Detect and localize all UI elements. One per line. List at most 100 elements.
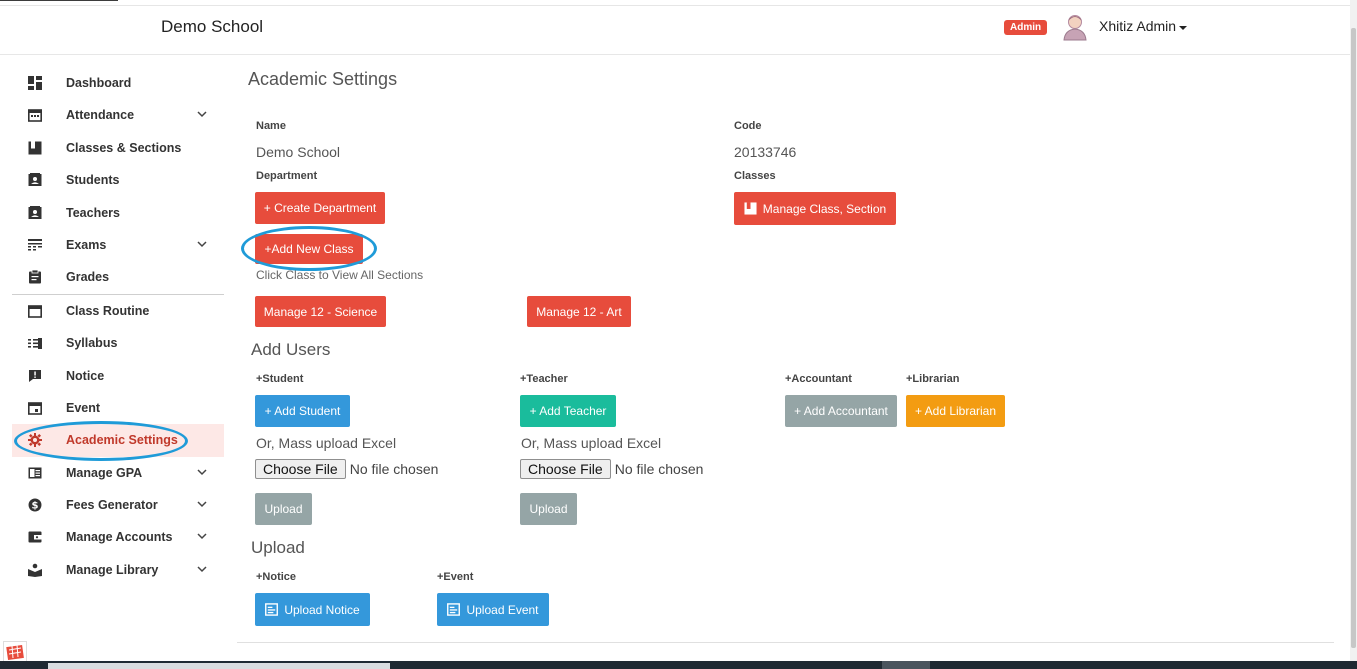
student-file-input[interactable]: Choose File No file chosen [255,459,438,479]
user-avatar-icon[interactable] [1062,13,1088,41]
caret-down-icon[interactable] [1179,26,1187,30]
manage-class-section-button[interactable]: Manage Class, Section [734,192,896,225]
sidebar-item-exams[interactable]: Exams [12,229,224,261]
upload-notice-label: Upload Notice [284,602,360,617]
manage-class-art-button[interactable]: Manage 12 - Art [527,296,631,327]
os-taskbar [0,661,1357,669]
user-menu-name[interactable]: Xhitiz Admin [1099,18,1176,34]
calendar-icon [28,109,42,123]
chevron-down-icon[interactable] [197,531,207,541]
list-numbered-icon [28,338,42,350]
upload-notice-button[interactable]: Upload Notice [255,593,370,626]
dollar-icon: $ [28,498,42,512]
sidebar-item-label: Grades [66,270,110,285]
code-label: Code [734,120,762,132]
student-mass-upload-text: Or, Mass upload Excel [256,435,397,451]
sidebar-item-teachers[interactable]: Teachers [12,197,224,229]
role-badge: Admin [1004,20,1048,35]
sidebar-item-label: Event [66,400,101,415]
sidebar-item-notice[interactable]: Notice [12,360,224,392]
classes-label: Classes [734,170,776,182]
sidebar-item-label: Classes & Sections [66,140,182,155]
gear-icon [28,433,42,448]
document-icon [447,603,461,616]
contact-card-icon [28,173,42,187]
chevron-down-icon[interactable] [197,564,207,574]
choose-file-button[interactable]: Choose File [520,459,611,479]
sidebar-item-label: Academic Settings [66,433,178,448]
clipboard-icon [29,270,41,284]
manage-class-science-button[interactable]: Manage 12 - Science [255,296,386,327]
sidebar-item-label: Notice [66,368,105,383]
dashboard-icon [28,76,42,90]
sidebar-item-fees-generator[interactable]: $ Fees Generator [12,489,224,521]
librarian-label: +Librarian [906,373,960,385]
chevron-down-icon[interactable] [197,499,207,509]
department-label: Department [256,170,318,182]
sidebar-item-attendance[interactable]: Attendance [12,99,224,131]
library-icon [28,563,42,577]
wallet-icon [28,531,42,543]
grid-icon [6,644,24,661]
sidebar-item-class-routine[interactable]: Class Routine [12,295,224,327]
choose-file-button[interactable]: Choose File [255,459,346,479]
no-file-text: No file chosen [614,461,704,477]
event-icon [28,402,42,415]
notice-label: +Notice [256,571,297,583]
sidebar-item-label: Teachers [66,205,120,220]
add-teacher-button[interactable]: + Add Teacher [520,395,616,427]
sidebar-item-manage-accounts[interactable]: Manage Accounts [12,521,224,553]
add-student-button[interactable]: + Add Student [255,395,350,427]
sidebar-item-label: Syllabus [66,336,118,351]
sidebar-item-manage-library[interactable]: Manage Library [12,554,224,586]
top-navbar: Demo School Admin Xhitiz Admin [0,6,1350,55]
sidebar-item-manage-gpa[interactable]: Manage GPA [12,457,224,489]
teacher-upload-button[interactable]: Upload [520,493,577,525]
sidebar-item-classes-sections[interactable]: Classes & Sections [12,132,224,164]
sidebar-item-dashboard[interactable]: Dashboard [12,67,224,99]
upload-event-button[interactable]: Upload Event [437,593,549,626]
add-users-heading: Add Users [251,340,331,359]
bookmark-icon [744,202,757,215]
teacher-file-input[interactable]: Choose File No file chosen [520,459,703,479]
sidebar-item-label: Attendance [66,108,135,123]
chevron-down-icon[interactable] [197,109,207,119]
create-department-button[interactable]: + Create Department [255,192,385,224]
sidebar-item-grades[interactable]: Grades [12,261,224,293]
add-accountant-button[interactable]: + Add Accountant [785,395,897,427]
teacher-mass-upload-text: Or, Mass upload Excel [521,435,662,451]
sidebar-item-label: Dashboard [66,76,132,90]
taskbar-search-area[interactable] [48,663,390,669]
sidebar-item-academic-settings[interactable]: Academic Settings [12,424,224,457]
student-upload-button[interactable]: Upload [255,493,312,525]
accountant-label: +Accountant [785,373,852,385]
scrollbar-thumb[interactable] [1351,28,1356,648]
sidebar-item-students[interactable]: Students [12,164,224,196]
contact-card-icon [28,205,42,219]
svg-text:$: $ [32,501,39,512]
add-new-class-button[interactable]: +Add New Class [255,234,363,264]
upload-heading: Upload [251,538,305,557]
chevron-down-icon[interactable] [197,239,207,249]
app-shortcut-icon[interactable] [3,641,27,663]
page-title: Academic Settings [248,69,398,89]
sidebar-item-label: Manage Accounts [66,530,173,545]
event-label: +Event [437,571,474,583]
chevron-down-icon[interactable] [197,467,207,477]
sidebar-item-label: Manage Library [66,562,159,577]
student-label: +Student [256,373,304,385]
main-content: Academic Settings Name Demo School Code … [237,55,1334,643]
announcement-icon [29,369,41,382]
sidebar-item-event[interactable]: Event [12,392,224,424]
taskbar-active-app[interactable] [882,661,930,669]
book-icon [28,467,42,479]
add-librarian-button[interactable]: + Add Librarian [906,395,1005,427]
sidebar-item-syllabus[interactable]: Syllabus [12,327,224,359]
document-icon [265,603,279,616]
vertical-scrollbar[interactable] [1350,0,1357,669]
brand-title[interactable]: Demo School [161,17,263,37]
top-strip-accent [0,0,118,1]
bookmark-icon [28,141,42,155]
manage-class-section-label: Manage Class, Section [762,201,887,216]
calendar-blank-icon [28,304,42,318]
